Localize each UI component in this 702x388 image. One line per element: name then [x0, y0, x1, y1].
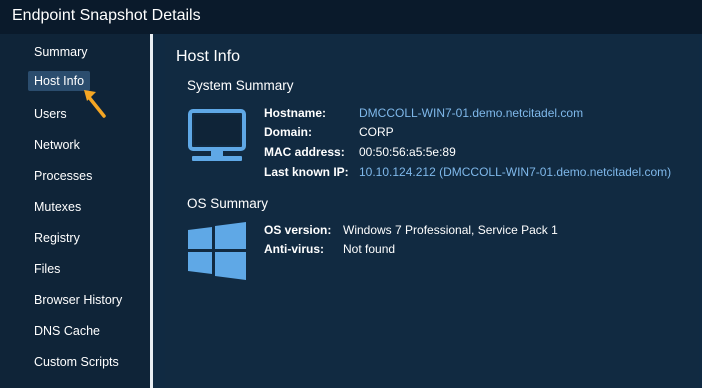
windows-logo-icon: [188, 222, 246, 280]
window-title: Endpoint Snapshot Details: [12, 7, 201, 24]
sidebar-item-custom-scripts[interactable]: Custom Scripts: [28, 352, 125, 372]
anti-virus-value: Not found: [343, 242, 396, 256]
system-summary-heading: System Summary: [187, 78, 294, 93]
anti-virus-label: Anti-virus:: [264, 242, 324, 256]
last-known-ip-label: Last known IP:: [264, 165, 349, 179]
sidebar-item-files[interactable]: Files: [28, 259, 66, 279]
endpoint-snapshot-window: Endpoint Snapshot Details Summary Host I…: [0, 0, 702, 388]
mac-address-value: 00:50:56:a5:5e:89: [359, 145, 456, 159]
os-version-value: Windows 7 Professional, Service Pack 1: [343, 223, 558, 237]
sidebar-item-summary[interactable]: Summary: [28, 42, 93, 62]
sidebar-item-registry[interactable]: Registry: [28, 228, 86, 248]
mac-address-label: MAC address:: [264, 145, 345, 159]
os-version-label: OS version:: [264, 223, 332, 237]
sidebar-item-browser-history[interactable]: Browser History: [28, 290, 128, 310]
monitor-icon: [188, 109, 246, 161]
last-known-ip-value[interactable]: 10.10.124.212 (DMCCOLL-WIN7-01.demo.netc…: [359, 165, 671, 179]
sidebar-item-users[interactable]: Users: [28, 104, 73, 124]
hostname-value[interactable]: DMCCOLL-WIN7-01.demo.netcitadel.com: [359, 106, 583, 120]
os-summary-heading: OS Summary: [187, 196, 269, 211]
hostname-label: Hostname:: [264, 106, 327, 120]
sidebar-item-mutexes[interactable]: Mutexes: [28, 197, 87, 217]
sidebar-item-dns-cache[interactable]: DNS Cache: [28, 321, 106, 341]
title-bar: Endpoint Snapshot Details: [0, 0, 702, 34]
pointer-arrow-icon: [84, 90, 106, 118]
page-title: Host Info: [176, 48, 241, 65]
sidebar-item-network[interactable]: Network: [28, 135, 86, 155]
domain-value: CORP: [359, 125, 394, 139]
sidebar-item-processes[interactable]: Processes: [28, 166, 98, 186]
domain-label: Domain:: [264, 125, 312, 139]
